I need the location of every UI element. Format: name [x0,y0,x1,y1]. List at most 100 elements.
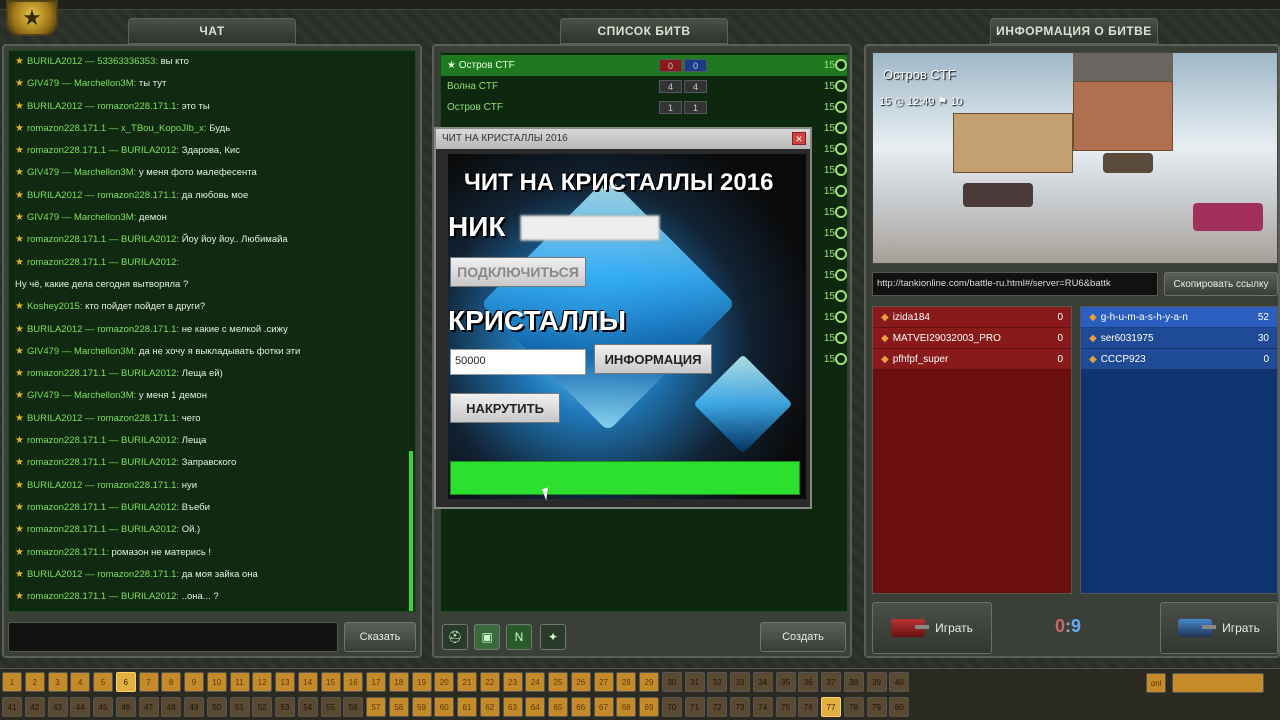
rank-number[interactable]: 30 [661,672,682,692]
chat-recipient[interactable]: romazon228.171.1: [97,413,179,424]
chat-sender[interactable]: BURILA2012 — [27,56,95,67]
rank-number[interactable]: 14 [297,672,318,692]
copy-link-button[interactable]: Скопировать ссылку [1164,272,1278,296]
chat-recipient[interactable]: Marchellon3M: [74,78,136,89]
rank-number[interactable]: 68 [616,697,637,717]
rank-number[interactable]: 73 [730,697,750,717]
rank-number[interactable]: 48 [161,697,182,717]
battle-url-field[interactable]: http://tankionline.com/battle-ru.html#/s… [872,272,1158,296]
rank-number[interactable]: 27 [593,672,614,692]
chat-recipient[interactable]: romazon228.171.1: [97,569,179,580]
rank-number[interactable]: 66 [570,697,591,717]
rank-number[interactable]: 67 [593,697,614,717]
chat-recipient[interactable]: Marchellon3M: [74,212,136,223]
chat-recipient[interactable]: romazon228.171.1: [97,101,179,112]
rank-number[interactable]: 41 [2,697,22,717]
player-row[interactable]: ◆ izida184 0 [873,307,1071,328]
rank-number[interactable]: 22 [479,672,500,692]
chat-recipient[interactable]: BURILA2012: [121,591,179,602]
chat-scrollbar[interactable] [409,451,413,611]
rank-number[interactable]: 70 [661,697,682,717]
rank-number[interactable]: 23 [502,672,523,692]
rank-number[interactable]: 28 [616,672,637,692]
chat-sender[interactable]: romazon228.171.1 — [27,457,118,468]
chat-sender[interactable]: romazon228.171.1 — [27,435,118,446]
rank-number[interactable]: 4 [70,672,91,692]
rank-number[interactable]: 40 [889,672,910,692]
play-red-button[interactable]: Играть [872,602,992,654]
rank-number[interactable]: 75 [775,697,796,717]
chat-sender[interactable]: romazon228.171.1 — [27,591,118,602]
rank-number[interactable]: 51 [229,697,250,717]
rank-number[interactable]: 1 [2,672,22,692]
rank-number[interactable]: 32 [707,672,728,692]
rank-number[interactable]: 62 [479,697,500,717]
close-icon[interactable]: ✕ [792,132,806,145]
rank-number[interactable]: 38 [843,672,864,692]
chat-sender[interactable]: BURILA2012 — [27,190,95,201]
chat-sender[interactable]: GIV479 — [27,390,71,401]
chat-sender[interactable]: GIV479 — [27,167,71,178]
rank-number[interactable]: 54 [297,697,318,717]
chat-sender[interactable]: romazon228.171.1 — [27,145,118,156]
rank-number[interactable]: 17 [366,672,386,692]
rank-number[interactable]: 21 [457,672,477,692]
rank-number[interactable]: 57 [366,697,386,717]
rank-number[interactable]: 39 [866,672,887,692]
rank-number[interactable]: 43 [47,697,68,717]
chat-sender[interactable]: romazon228.171.1 — [27,368,118,379]
chat-recipient[interactable]: Marchellon3M: [74,390,136,401]
chat-recipient[interactable]: romazon228.171.1: [97,190,179,201]
rank-number[interactable]: 50 [206,697,227,717]
rank-number[interactable]: 45 [93,697,113,717]
chat-recipient[interactable]: BURILA2012: [121,234,179,245]
chat-recipient[interactable]: BURILA2012: [121,435,179,446]
rank-number[interactable]: 13 [275,672,295,692]
chat-input[interactable] [8,622,338,652]
chat-sender[interactable]: romazon228.171.1: [27,547,109,558]
rank-number[interactable]: 79 [866,697,887,717]
player-row[interactable]: ◆ g-h-u-m-a-s-h-y-a-n 52 [1081,307,1277,328]
send-button[interactable]: Сказать [344,622,416,652]
online-button[interactable]: onl [1146,673,1166,693]
chat-sender[interactable]: BURILA2012 — [27,101,95,112]
rank-number[interactable]: 65 [548,697,568,717]
rank-number[interactable]: 16 [343,672,364,692]
rank-number[interactable]: 9 [184,672,204,692]
chat-recipient[interactable]: Marchellon3M: [74,167,136,178]
rank-number[interactable]: 20 [434,672,455,692]
rank-number[interactable]: 72 [707,697,728,717]
rank-number[interactable]: 55 [320,697,341,717]
rank-number[interactable]: 64 [525,697,546,717]
rank-number[interactable]: 74 [752,697,773,717]
rank-number[interactable]: 60 [434,697,455,717]
rank-number[interactable]: 7 [138,672,159,692]
rank-number[interactable]: 6 [115,672,136,692]
player-row[interactable]: ◆ pfhfpf_super 0 [873,349,1071,370]
info-button[interactable]: ИНФОРМАЦИЯ [594,344,712,374]
rank-number[interactable]: 2 [24,672,45,692]
chat-sender[interactable]: romazon228.171.1 — [27,234,118,245]
rank-number[interactable]: 26 [570,672,591,692]
chat-sender[interactable]: romazon228.171.1 — [27,502,118,513]
rank-number[interactable]: 52 [252,697,273,717]
rank-number[interactable]: 33 [730,672,750,692]
rank-number[interactable]: 42 [24,697,45,717]
team-filter-icon[interactable]: ▣ [474,624,500,650]
chat-sender[interactable]: GIV479 — [27,212,71,223]
chat-recipient[interactable]: romazon228.171.1: [97,480,179,491]
rank-number[interactable]: 61 [457,697,477,717]
chat-sender[interactable]: Koshey2015: [27,301,82,312]
chat-sender[interactable]: BURILA2012 — [27,480,95,491]
chat-sender[interactable]: GIV479 — [27,346,71,357]
connect-button[interactable]: ПОДКЛЮЧИТЬСЯ [450,257,586,287]
rank-number[interactable]: 34 [752,672,773,692]
rank-number[interactable]: 18 [388,672,409,692]
play-blue-button[interactable]: Играть [1160,602,1278,654]
rank-number[interactable]: 37 [821,672,841,692]
rank-number[interactable]: 5 [93,672,113,692]
rank-number[interactable]: 31 [684,672,705,692]
rank-number[interactable]: 10 [206,672,227,692]
rank-number[interactable]: 47 [138,697,159,717]
rank-number[interactable]: 77 [821,697,841,717]
